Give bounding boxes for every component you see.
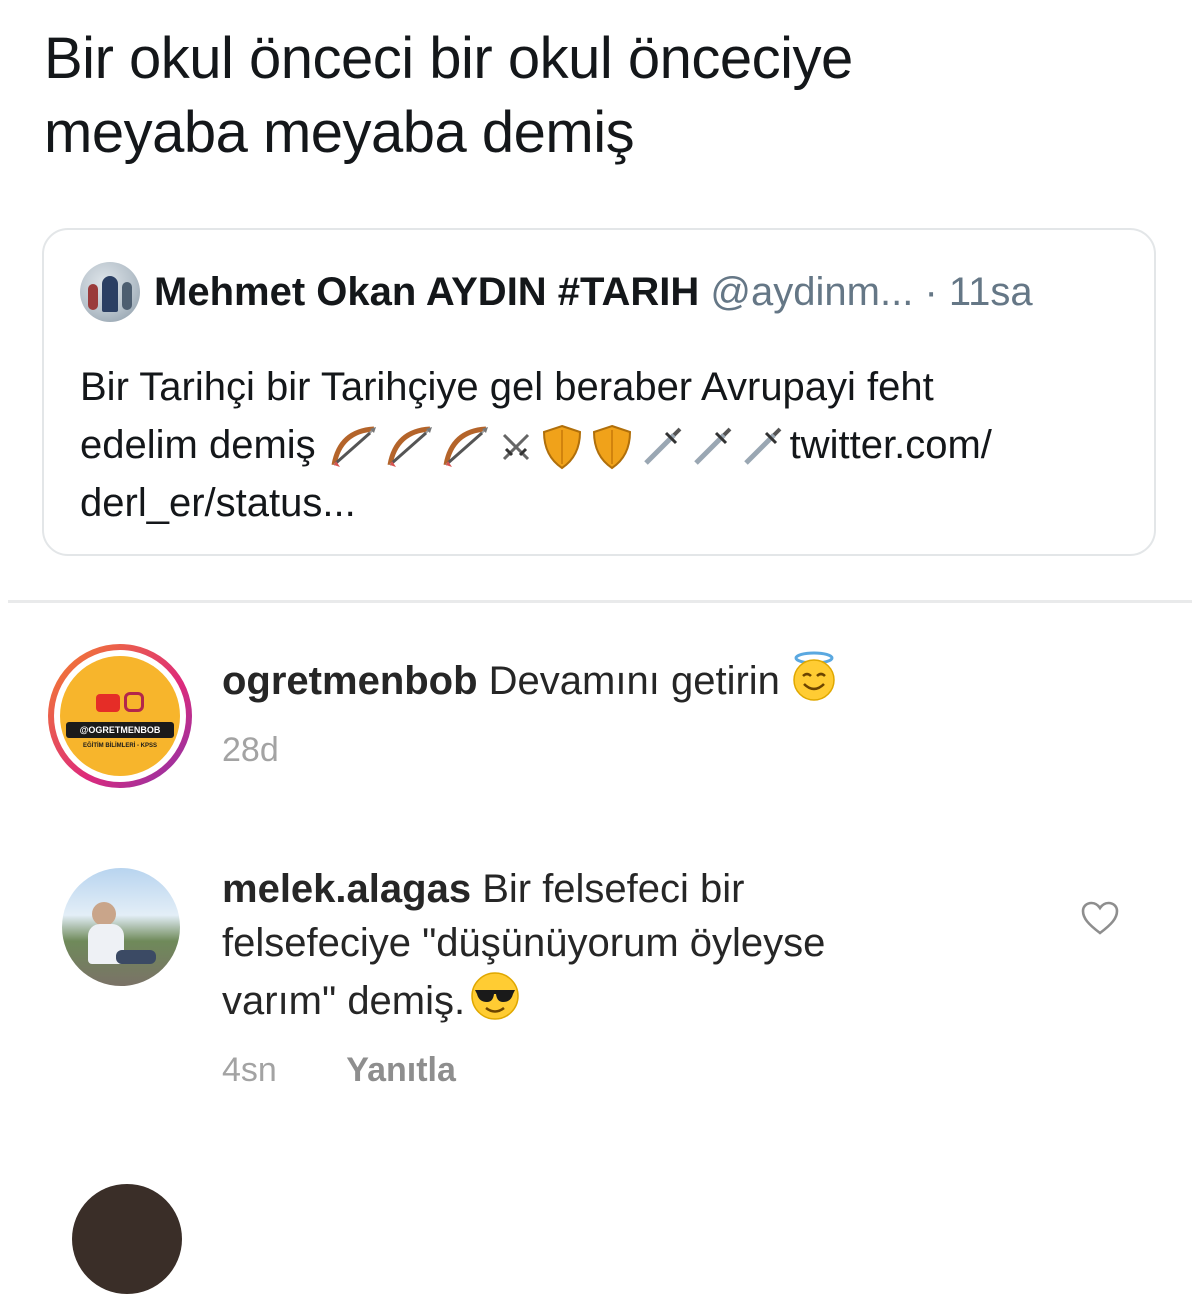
youtube-icon — [96, 694, 120, 712]
tweet-text-line1: Bir okul önceci bir okul önceciye — [44, 26, 853, 91]
bow-and-arrow-icon — [443, 426, 488, 468]
comment-text: Devamını getirin — [488, 659, 780, 703]
tweet-text: Bir okul önceci bir okul önceciye meyaba… — [44, 22, 1144, 170]
avatar-next-comment[interactable] — [72, 1184, 182, 1294]
quoted-tweet-body: Bir Tarihçi bir Tarihçiye gel beraber Av… — [80, 358, 1130, 532]
reply-button[interactable]: Yanıtla — [346, 1051, 456, 1089]
instagram-icon — [124, 692, 144, 712]
bow-and-arrow-icon — [387, 426, 432, 468]
quoted-text-line2: edelim demiş — [80, 423, 316, 467]
shield-icon — [542, 425, 581, 470]
quoted-tweet-time: · 11sa — [924, 270, 1033, 314]
comment-username[interactable]: ogretmenbob — [222, 659, 478, 703]
comment-body: ogretmenbob Devamını getirin — [222, 650, 1122, 716]
dagger-icon — [743, 428, 782, 466]
smiling-face-with-halo-icon — [788, 650, 840, 716]
dagger-icon — [693, 428, 732, 466]
avatar-ogretmenbob[interactable]: @OGRETMENBOB EĞİTİM BİLİMLERİ - KPSS — [48, 644, 192, 788]
quoted-tweet-card[interactable]: Mehmet Okan AYDIN #TARIH @aydinm... · 11… — [42, 228, 1156, 556]
avatar-sublabel: EĞİTİM BİLİMLERİ - KPSS — [82, 743, 157, 749]
bow-and-arrow-icon — [331, 426, 376, 468]
comment-meta: 4sn Yanıtla — [222, 1050, 456, 1090]
avatar-melek-alagas[interactable] — [62, 868, 180, 986]
emoji-sequence — [330, 424, 784, 470]
comment-text-line2: felsefeciye "düşünüyorum öyleyse — [222, 921, 826, 965]
comment-body: melek.alagas Bir felsefeci bir felsefeci… — [222, 862, 1082, 1036]
quoted-text-line1: Bir Tarihçi bir Tarihçiye gel beraber Av… — [80, 365, 934, 409]
comment-time: 4sn — [222, 1051, 277, 1089]
comment-time: 28d — [222, 731, 279, 769]
dagger-icon — [643, 428, 682, 466]
avatar-label: @OGRETMENBOB — [66, 722, 174, 738]
quoted-tweet-header: Mehmet Okan AYDIN #TARIH @aydinm... · 11… — [154, 266, 1134, 318]
comment-username[interactable]: melek.alagas — [222, 867, 471, 911]
tweet-text-line2: meyaba meyaba demiş — [44, 100, 635, 165]
quoted-author-handle[interactable]: @aydinm... — [710, 270, 913, 314]
comment-text-line3: varım" demiş. — [222, 979, 466, 1023]
crossed-swords-icon — [502, 434, 529, 461]
shield-icon — [592, 425, 631, 470]
quoted-author-name[interactable]: Mehmet Okan AYDIN #TARIH — [154, 270, 699, 314]
comment-text-line1: Bir felsefeci bir — [482, 867, 745, 911]
quoted-author-avatar[interactable] — [80, 262, 140, 322]
quoted-link-part1[interactable]: twitter.com/ — [790, 423, 992, 467]
section-divider — [8, 600, 1192, 603]
smiling-face-with-sunglasses-icon — [469, 970, 521, 1036]
heart-icon[interactable] — [1080, 900, 1120, 941]
quoted-link-part2[interactable]: derl_er/status... — [80, 481, 356, 525]
